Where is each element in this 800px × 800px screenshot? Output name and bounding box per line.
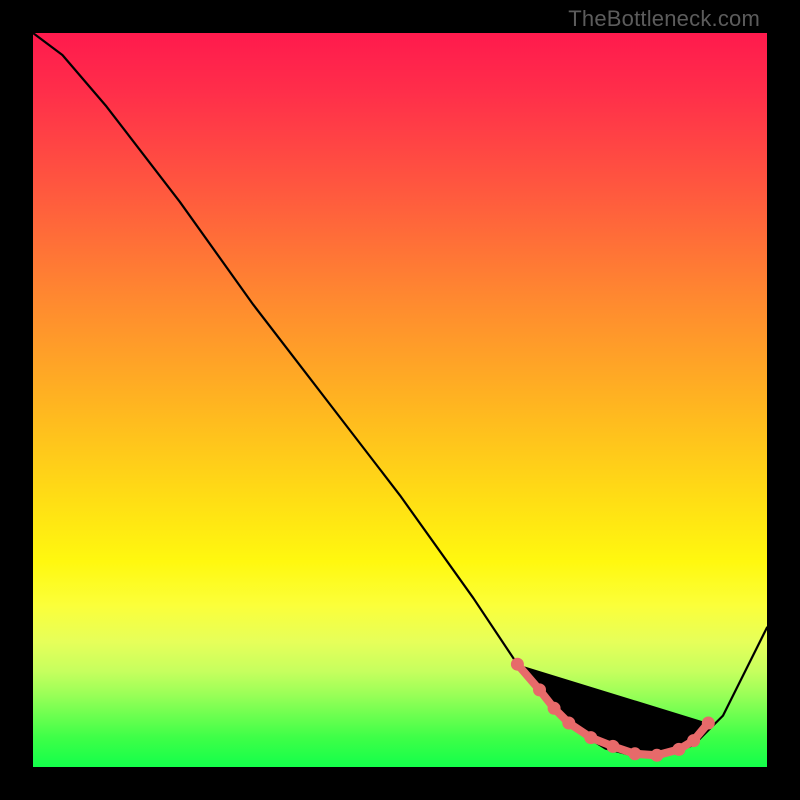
marker-dot <box>702 717 714 729</box>
marker-dot <box>629 748 641 760</box>
marker-dot <box>548 702 560 714</box>
marker-dot <box>651 749 663 761</box>
watermark-text: TheBottleneck.com <box>568 6 760 32</box>
marker-group <box>511 658 714 761</box>
marker-dot <box>607 740 619 752</box>
chart-svg <box>33 33 767 767</box>
bottleneck-curve <box>33 33 767 756</box>
marker-dot <box>688 735 700 747</box>
marker-dot <box>534 684 546 696</box>
marker-dot <box>563 717 575 729</box>
marker-dot <box>511 658 523 670</box>
marker-dot <box>585 732 597 744</box>
chart-frame <box>33 33 767 767</box>
marker-dot <box>673 743 685 755</box>
